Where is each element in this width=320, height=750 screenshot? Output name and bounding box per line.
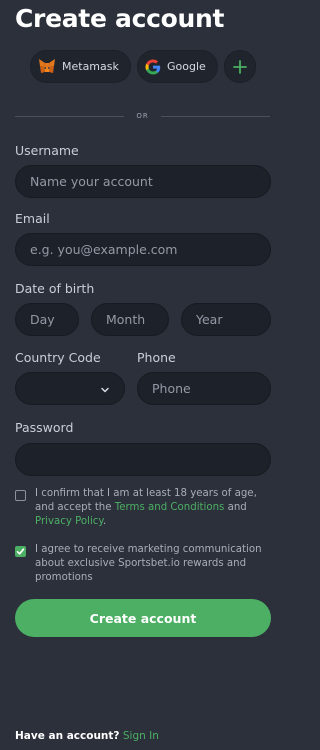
privacy-link[interactable]: Privacy Policy — [35, 516, 103, 527]
email-field-wrapper — [15, 233, 271, 266]
phone-field-wrapper — [137, 372, 271, 405]
signin-link[interactable]: Sign In — [123, 730, 159, 742]
dob-year-input[interactable] — [196, 312, 270, 327]
username-input[interactable] — [30, 174, 270, 189]
password-input[interactable] — [30, 452, 270, 467]
age-confirm-text-end: . — [102, 516, 107, 527]
age-confirm-checkbox[interactable] — [15, 490, 26, 501]
dob-day-input[interactable] — [30, 312, 78, 327]
metamask-button[interactable]: Metamask — [30, 50, 131, 83]
age-confirm-row: I confirm that I am at least 18 years of… — [15, 487, 273, 529]
google-button[interactable]: Google — [137, 50, 218, 83]
dob-month-wrapper — [91, 303, 169, 336]
country-code-label: Country Code — [15, 350, 101, 365]
terms-link[interactable]: Terms and Conditions — [115, 502, 225, 513]
marketing-row: I agree to receive marketing communicati… — [15, 543, 273, 585]
country-code-select[interactable] — [15, 372, 125, 405]
dob-month-input[interactable] — [106, 312, 168, 327]
metamask-fox-icon — [38, 58, 56, 75]
have-account-text: Have an account? — [15, 730, 120, 742]
google-g-icon — [145, 59, 161, 75]
dob-day-wrapper — [15, 303, 79, 336]
password-field-wrapper — [15, 443, 271, 476]
dob-label: Date of birth — [15, 281, 95, 296]
age-confirm-text-and: and — [224, 502, 247, 513]
password-label: Password — [15, 420, 74, 435]
divider-text: OR — [136, 112, 149, 120]
check-icon — [16, 548, 25, 555]
metamask-label: Metamask — [62, 60, 119, 73]
plus-icon — [233, 59, 247, 74]
or-divider: OR — [15, 110, 270, 122]
phone-input[interactable] — [152, 381, 270, 396]
create-account-button[interactable]: Create account — [15, 599, 271, 637]
marketing-text: I agree to receive marketing communicati… — [35, 544, 262, 583]
phone-label: Phone — [137, 350, 176, 365]
divider-line-right — [160, 115, 270, 117]
username-label: Username — [15, 143, 79, 158]
email-label: Email — [15, 211, 50, 226]
footer-signin: Have an account? Sign In — [15, 730, 159, 742]
dob-year-wrapper — [181, 303, 271, 336]
age-confirm-text: I confirm that I am at least 18 years of… — [35, 487, 273, 529]
more-login-options-button[interactable] — [224, 50, 256, 83]
marketing-checkbox[interactable] — [15, 546, 26, 557]
email-input[interactable] — [30, 242, 270, 257]
divider-line-left — [15, 115, 125, 117]
chevron-down-icon — [100, 383, 110, 398]
username-field-wrapper — [15, 165, 271, 198]
page-title: Create account — [15, 4, 225, 33]
google-label: Google — [167, 60, 206, 73]
